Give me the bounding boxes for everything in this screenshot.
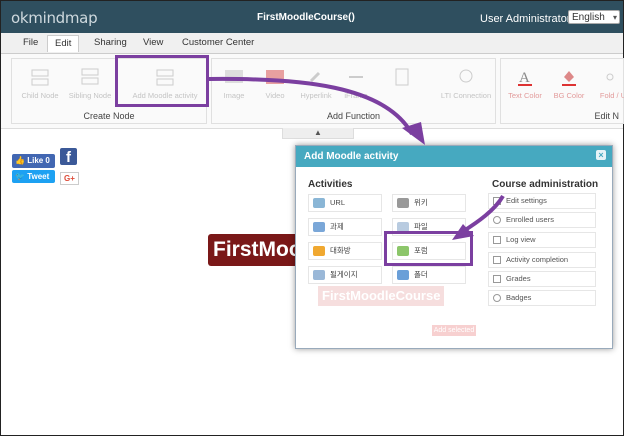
arrow-to-dialog [208,76,414,135]
annotation-arrows [208,76,505,240]
arrow-to-forum [460,194,505,234]
